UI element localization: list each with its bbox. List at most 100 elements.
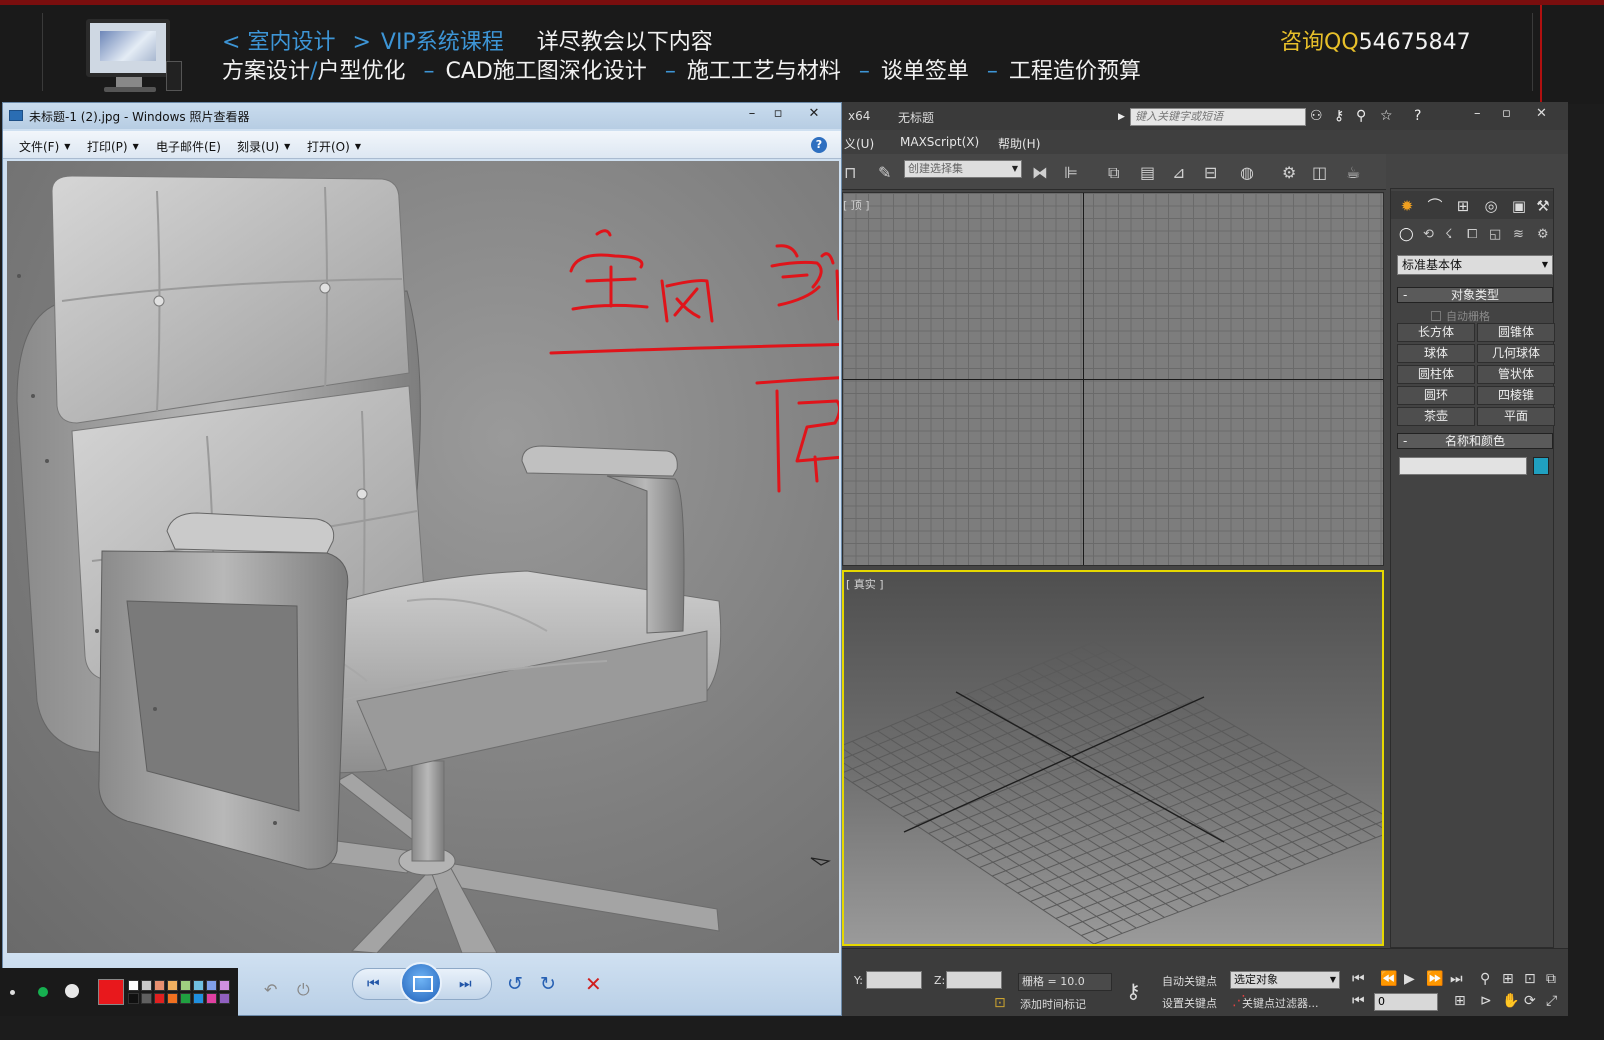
go-to-end-icon[interactable]: ⏭: [1450, 971, 1463, 987]
color-swatch[interactable]: [206, 980, 217, 991]
utilities-tab-icon[interactable]: ⚒: [1531, 195, 1555, 217]
color-swatch[interactable]: [128, 980, 139, 991]
power-icon[interactable]: ⏻: [297, 980, 310, 1000]
time-config-icon[interactable]: ⊞: [1454, 993, 1466, 1009]
object-color-swatch[interactable]: [1533, 457, 1549, 475]
viewport-perspective[interactable]: [ 真实 ]: [842, 570, 1384, 946]
play-arrow-icon[interactable]: ▶: [1118, 112, 1125, 122]
color-swatch[interactable]: [154, 980, 165, 991]
primitive-type-dropdown[interactable]: 标准基本体 ▼: [1397, 255, 1553, 275]
go-to-start-icon[interactable]: ⏮: [1352, 971, 1365, 987]
menu-maxscript[interactable]: MAXScript(X): [900, 135, 979, 149]
y-coordinate-input[interactable]: [866, 971, 922, 989]
add-time-tag[interactable]: 添加时间标记: [1020, 996, 1086, 1012]
key-mode-toggle-icon[interactable]: ⏮: [1352, 993, 1365, 1009]
hierarchy-tab-icon[interactable]: ⊞: [1451, 195, 1475, 217]
zoom-icon[interactable]: ⚲: [1480, 971, 1490, 987]
zoom-extents-all-icon[interactable]: ⧉: [1546, 971, 1556, 987]
key-mode-icon[interactable]: ⚷: [1126, 979, 1141, 1003]
field-of-view-icon[interactable]: ⊳: [1480, 993, 1492, 1009]
color-swatch[interactable]: [193, 993, 204, 1004]
helpers-icon[interactable]: ◱: [1489, 227, 1501, 242]
help-icon[interactable]: ?: [811, 137, 827, 153]
viewer-titlebar[interactable]: 未标题-1 (2).jpg - Windows 照片查看器 – ▫ ✕: [3, 103, 841, 129]
magnet-icon[interactable]: ⊓: [844, 163, 856, 182]
curve-editor-icon[interactable]: ⊿: [1172, 163, 1185, 182]
color-swatch[interactable]: [180, 980, 191, 991]
spacewarps-icon[interactable]: ≋: [1513, 227, 1524, 242]
shapes-icon[interactable]: ⟲: [1423, 227, 1434, 242]
schematic-icon[interactable]: ⊟: [1204, 163, 1217, 182]
zoom-extents-icon[interactable]: ⊡: [1524, 971, 1536, 987]
menu-help[interactable]: 帮助(H): [998, 135, 1040, 152]
create-object-button[interactable]: 圆锥体: [1477, 323, 1555, 342]
rollout-object-type[interactable]: - 对象类型: [1397, 287, 1553, 303]
pen-size-medium[interactable]: [38, 987, 48, 997]
color-swatch[interactable]: [167, 993, 178, 1004]
maximize-icon[interactable]: ▫: [1502, 106, 1511, 121]
next-icon[interactable]: ⏭: [459, 976, 472, 992]
motion-tab-icon[interactable]: ◎: [1479, 195, 1503, 217]
mirror-icon[interactable]: ⧓: [1032, 163, 1048, 182]
teapot-icon[interactable]: ☕: [1346, 163, 1360, 182]
modify-tab-icon[interactable]: ⌒: [1423, 195, 1447, 217]
maximize-viewport-icon[interactable]: ⤢: [1546, 993, 1557, 1009]
viewport-label[interactable]: [ 顶 ]: [843, 197, 870, 213]
display-tab-icon[interactable]: ▣: [1507, 195, 1531, 217]
orbit-icon[interactable]: ⟳: [1524, 993, 1536, 1009]
autogrid-checkbox[interactable]: 自动栅格: [1431, 308, 1490, 324]
menu-email[interactable]: 电子邮件(E): [156, 138, 221, 155]
z-coordinate-input[interactable]: [946, 971, 1002, 989]
color-swatch[interactable]: [154, 993, 165, 1004]
pan-icon[interactable]: ✋: [1502, 993, 1519, 1009]
current-color-swatch[interactable]: [98, 979, 124, 1005]
delete-icon[interactable]: ✕: [585, 972, 602, 996]
layer-icon[interactable]: ⧉: [1108, 163, 1119, 183]
create-object-button[interactable]: 圆环: [1397, 386, 1475, 405]
menu-open[interactable]: 打开(O) ▼: [307, 138, 361, 155]
star-icon[interactable]: ☆: [1380, 108, 1393, 124]
create-object-button[interactable]: 茶壶: [1397, 407, 1475, 426]
close-icon[interactable]: ✕: [1536, 106, 1547, 121]
color-swatch[interactable]: [167, 980, 178, 991]
systems-icon[interactable]: ⚙: [1537, 227, 1549, 242]
create-object-button[interactable]: 四棱锥: [1477, 386, 1555, 405]
rollout-name-color[interactable]: - 名称和颜色: [1397, 433, 1553, 449]
cameras-icon[interactable]: ⧠: [1467, 227, 1477, 242]
color-swatch[interactable]: [193, 980, 204, 991]
maximize-icon[interactable]: ▫: [766, 105, 790, 123]
menu-file[interactable]: 文件(F) ▼: [19, 138, 70, 155]
create-tab-icon[interactable]: ✹: [1395, 195, 1419, 217]
named-selection-set[interactable]: 创建选择集 ▼: [904, 160, 1022, 178]
key-target-dropdown[interactable]: 选定对象 ▼: [1230, 971, 1340, 989]
color-swatch[interactable]: [206, 993, 217, 1004]
align-icon[interactable]: ⊫: [1064, 163, 1078, 182]
time-tag-icon[interactable]: ⊡: [994, 995, 1006, 1011]
geometry-icon[interactable]: ◯: [1399, 227, 1414, 242]
max-titlebar[interactable]: x64 无标题 ▶ 键入关键字或短语 ⚇ ⚷ ⚲ ☆ ? – ▫ ✕: [842, 102, 1568, 130]
close-icon[interactable]: ✕: [802, 105, 826, 123]
next-frame-icon[interactable]: ⏩: [1426, 971, 1443, 987]
object-name-input[interactable]: [1399, 457, 1527, 475]
rotate-cw-icon[interactable]: ↻: [540, 973, 556, 995]
create-object-button[interactable]: 几何球体: [1477, 344, 1555, 363]
set-key-button[interactable]: 设置关键点: [1162, 995, 1217, 1011]
create-object-button[interactable]: 球体: [1397, 344, 1475, 363]
previous-frame-icon[interactable]: ⏪: [1380, 971, 1397, 987]
render-setup-icon[interactable]: ⚙: [1282, 163, 1296, 182]
material-editor-icon[interactable]: ◍: [1240, 163, 1254, 182]
color-swatch[interactable]: [219, 980, 230, 991]
zoom-all-icon[interactable]: ⊞: [1502, 971, 1514, 987]
create-object-button[interactable]: 管状体: [1477, 365, 1555, 384]
lights-icon[interactable]: ☇: [1445, 227, 1452, 242]
pen-size-small[interactable]: [10, 990, 15, 995]
connect-icon[interactable]: ⚲: [1356, 108, 1366, 124]
pen-size-large[interactable]: [65, 984, 79, 998]
color-swatch[interactable]: [180, 993, 191, 1004]
auto-key-button[interactable]: 自动关键点: [1162, 973, 1217, 989]
menu-customize[interactable]: 义(U): [844, 135, 874, 152]
viewport-top[interactable]: [ 顶 ]: [842, 192, 1384, 566]
create-object-button[interactable]: 长方体: [1397, 323, 1475, 342]
menu-burn[interactable]: 刻录(U) ▼: [237, 138, 290, 155]
minimize-icon[interactable]: –: [740, 105, 764, 123]
